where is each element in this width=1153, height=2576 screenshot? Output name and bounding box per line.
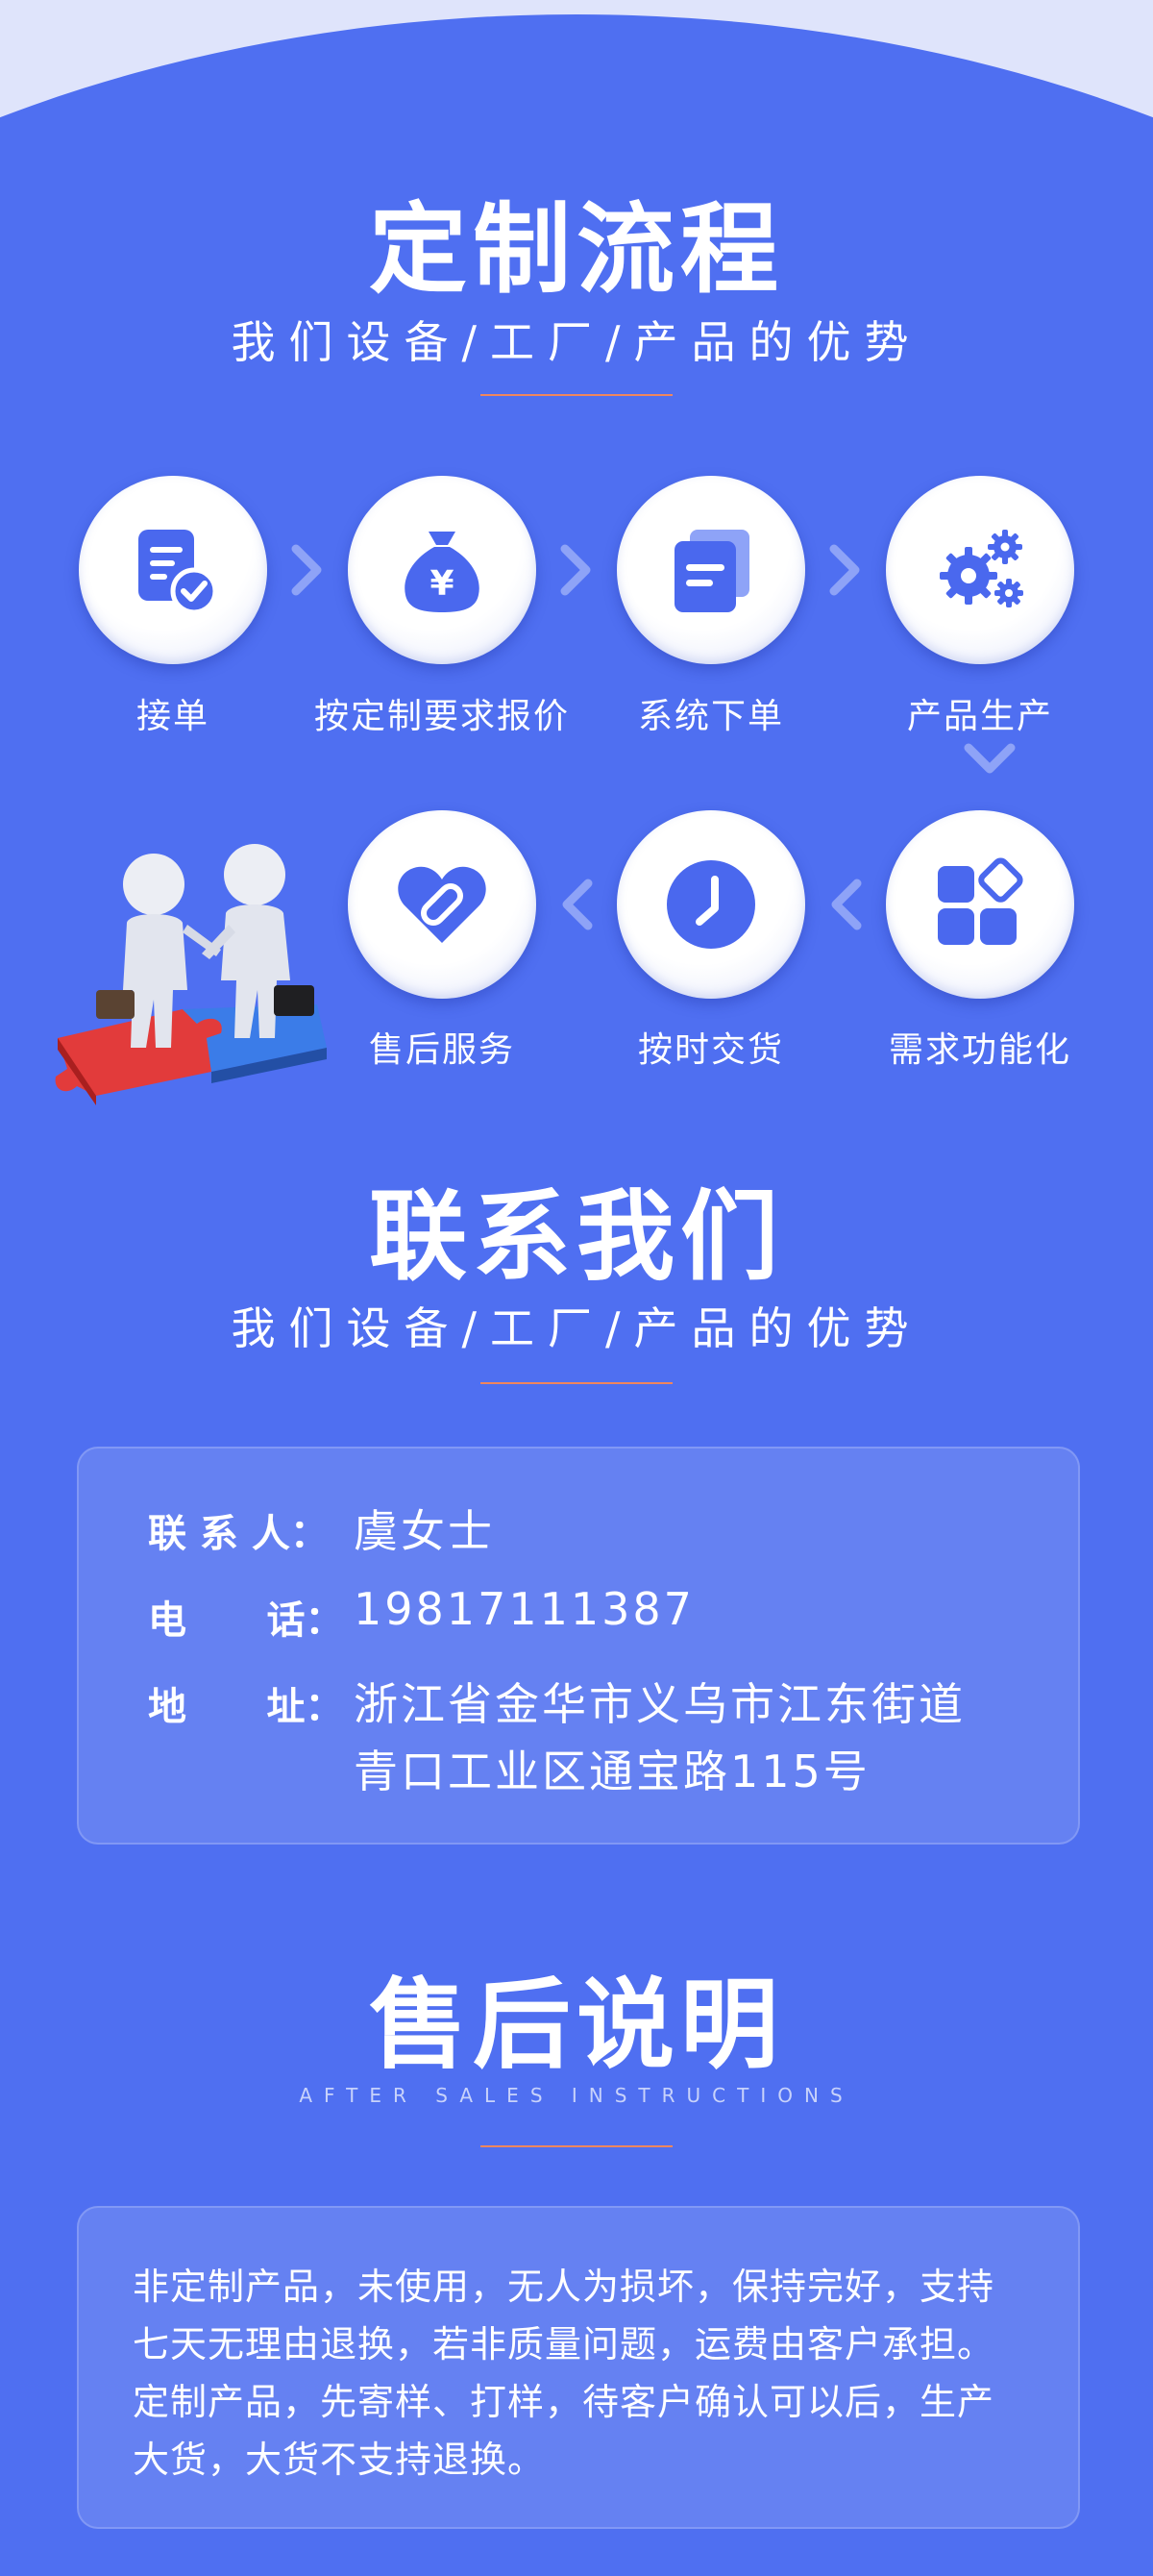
- contact-phone-value[interactable]: 19817111387: [354, 1583, 695, 1635]
- step-order-label: 接单: [135, 697, 209, 736]
- after-sales-line: 非定制产品，未使用，无人为损坏，保持完好，支持: [133, 2266, 995, 2308]
- contact-divider: [480, 1382, 673, 1384]
- step-quote-circle: ¥: [348, 476, 536, 664]
- money-bag-icon: ¥: [405, 532, 479, 612]
- after-sales-text: 非定制产品，未使用，无人为损坏，保持完好，支持 七天无理由退换，若非质量问题，运…: [133, 2258, 1036, 2489]
- contact-title: 联系我们: [369, 1180, 784, 1295]
- documents-icon: [675, 530, 749, 612]
- top-curve-background: [0, 0, 1153, 144]
- step-function-circle: [886, 810, 1074, 999]
- step-quote-label: 按定制要求报价: [313, 697, 570, 736]
- app-blocks-icon: [938, 857, 1023, 945]
- contact-card: 联 系 人： 虞女士 电 话： 19817111387 地 址： 浙江省金华市义…: [77, 1447, 1080, 1845]
- after-sales-line: 定制产品，先寄样、打样，待客户确认可以后，生产: [133, 2381, 995, 2423]
- step-system-order-label: 系统下单: [637, 697, 784, 736]
- chevron-down-icon: [961, 740, 1018, 779]
- after-sales-divider: [480, 2145, 673, 2147]
- process-subtitle: 我们设备/工厂/产品的优势: [231, 316, 922, 368]
- step-production-circle: [886, 476, 1074, 664]
- contact-address-label: 地 址：: [148, 1685, 344, 1729]
- after-sales-card: 非定制产品，未使用，无人为损坏，保持完好，支持 七天无理由退换，若非质量问题，运…: [77, 2206, 1080, 2529]
- step-delivery-circle: [617, 810, 805, 999]
- step-function-label: 需求功能化: [888, 1030, 1071, 1070]
- step-order-circle: [79, 476, 267, 664]
- step-after-sales-circle: [348, 810, 536, 999]
- clock-icon: [667, 860, 755, 949]
- chevron-left-icon: [826, 876, 865, 933]
- document-check-icon: [138, 530, 218, 615]
- svg-text:¥: ¥: [429, 564, 454, 604]
- chevron-left-icon: [557, 876, 596, 933]
- step-delivery-label: 按时交货: [637, 1030, 784, 1070]
- contact-address-line1: 浙江省金华市义乌市江东街道: [354, 1678, 966, 1730]
- gears-icon: [940, 530, 1023, 607]
- process-divider: [480, 394, 673, 396]
- heart-icon: [398, 866, 486, 943]
- process-title: 定制流程: [369, 193, 784, 308]
- contact-address-line2: 青口工业区通宝路115号: [354, 1746, 871, 1797]
- after-sales-line: 大货，大货不支持退换。: [133, 2439, 546, 2481]
- after-sales-line: 七天无理由退换，若非质量问题，运费由客户承担。: [133, 2323, 995, 2365]
- chevron-right-icon: [826, 541, 865, 599]
- contact-person-label: 联 系 人：: [148, 1512, 329, 1556]
- after-sales-title: 售后说明: [369, 1969, 784, 2083]
- chevron-right-icon: [288, 541, 327, 599]
- chevron-right-icon: [557, 541, 596, 599]
- step-system-order-circle: [617, 476, 805, 664]
- step-production-label: 产品生产: [906, 697, 1053, 736]
- contact-phone-label: 电 话：: [148, 1598, 344, 1643]
- contact-subtitle: 我们设备/工厂/产品的优势: [231, 1302, 922, 1354]
- step-after-sales-label: 售后服务: [368, 1030, 515, 1070]
- contact-person-value: 虞女士: [354, 1505, 495, 1557]
- after-sales-subtitle: AFTER SALES INSTRUCTIONS: [299, 2084, 854, 2107]
